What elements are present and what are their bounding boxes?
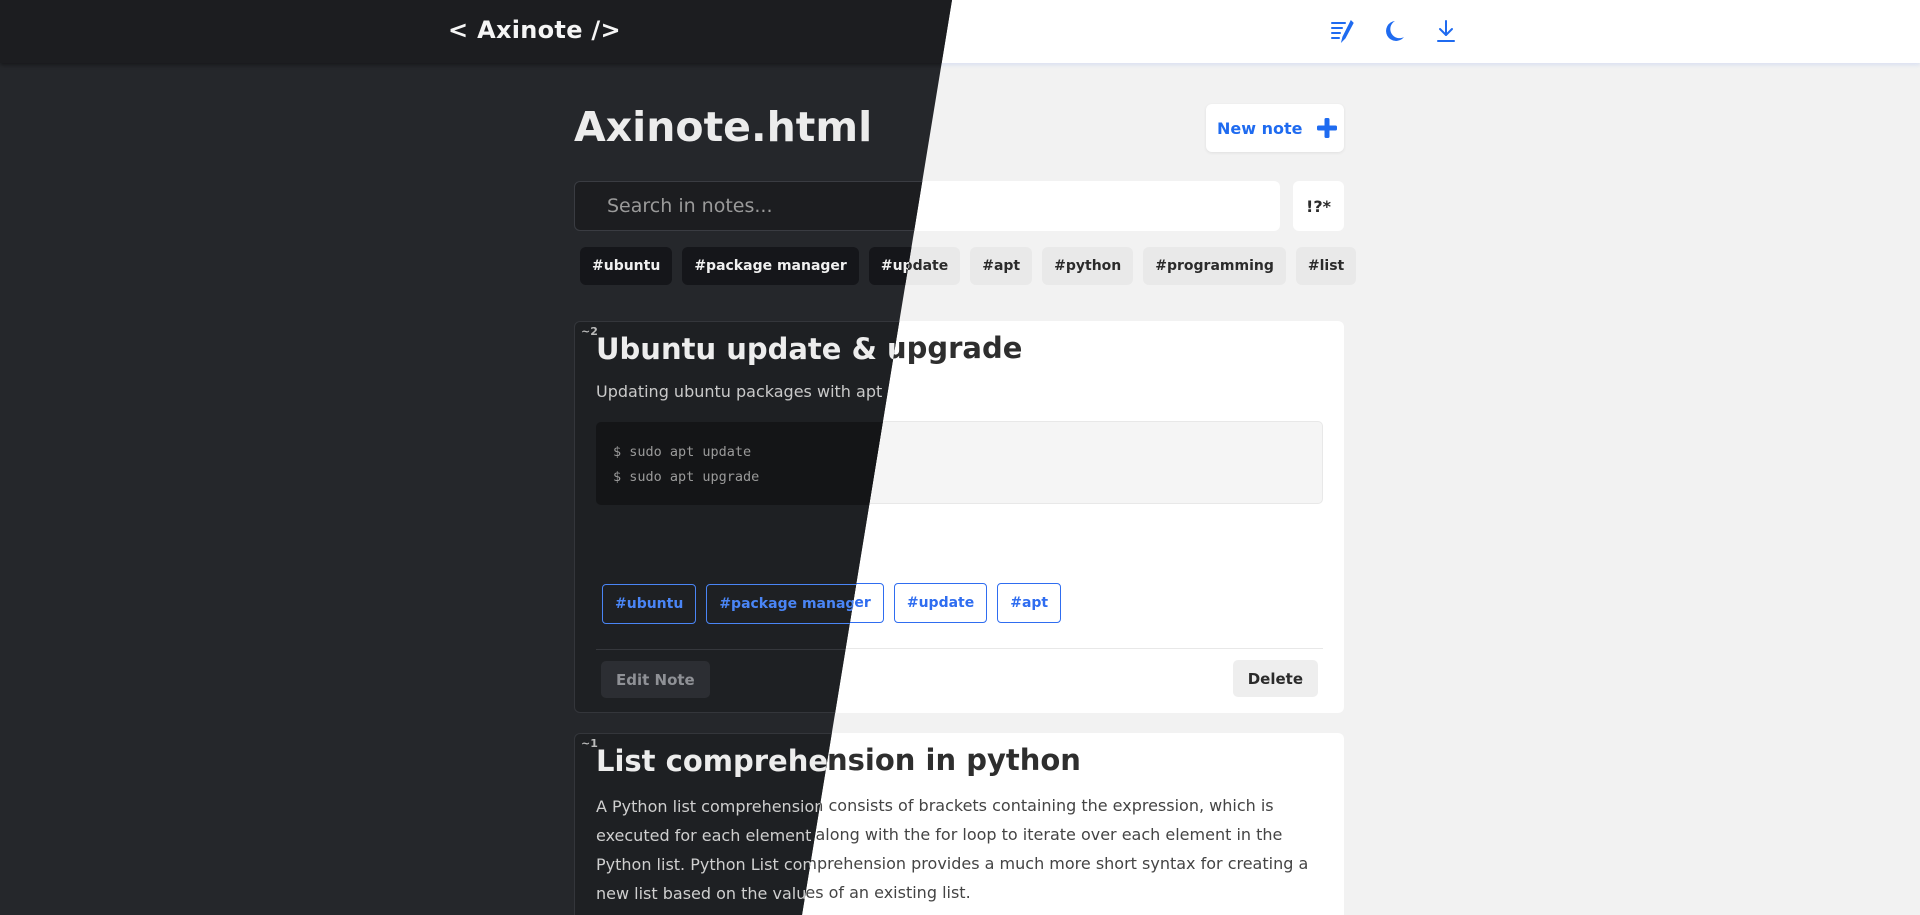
page-title: Axinote.html <box>574 103 873 151</box>
tag-filter-python[interactable]: #python <box>1042 247 1134 285</box>
new-note-button[interactable]: New note <box>1206 104 1344 152</box>
tag-filter-list[interactable]: #list <box>1295 247 1357 285</box>
tag-filter-programming[interactable]: #programming <box>1143 247 1286 285</box>
header-icons <box>1330 18 1458 44</box>
notes-icon[interactable] <box>1330 18 1354 44</box>
tag-filter-package-manager[interactable]: #package manager <box>682 247 859 285</box>
new-note-label: New note <box>1217 118 1303 138</box>
note-tag-update[interactable]: #update <box>893 583 988 623</box>
regex-toggle-button[interactable]: !?* <box>1293 181 1344 231</box>
app-logo[interactable]: < Axinote /> <box>448 16 621 44</box>
tag-filter-ubuntu[interactable]: #ubuntu <box>580 247 673 285</box>
note-tag-apt[interactable]: #apt <box>997 583 1062 623</box>
moon-icon[interactable] <box>1382 18 1406 44</box>
tag-filter-apt[interactable]: #apt <box>970 247 1033 285</box>
delete-note-button[interactable]: Delete <box>1232 660 1318 697</box>
download-icon[interactable] <box>1434 18 1458 44</box>
note-description: Updating ubuntu packages with apt <box>596 382 883 401</box>
plus-icon <box>1317 118 1338 138</box>
edit-note-button[interactable]: Edit Note <box>601 661 710 698</box>
note-tag-ubuntu[interactable]: #ubuntu <box>602 584 697 624</box>
